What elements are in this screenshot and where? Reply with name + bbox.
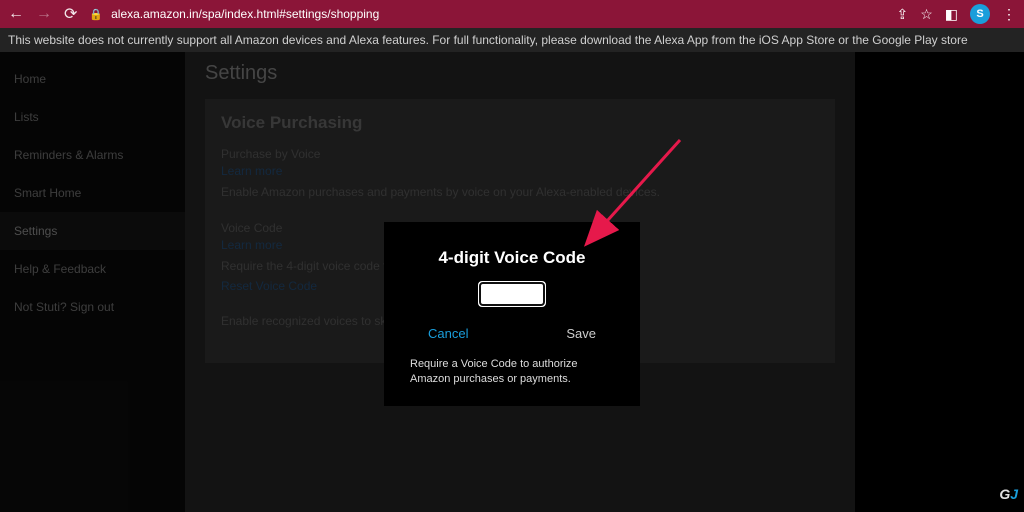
- sidebar-item-lists[interactable]: Lists: [0, 98, 185, 136]
- sidebar-item-help[interactable]: Help & Feedback: [0, 250, 185, 288]
- address-bar[interactable]: 🔒 alexa.amazon.in/spa/index.html#setting…: [89, 7, 884, 21]
- back-button[interactable]: ←: [8, 5, 24, 23]
- sidebar-item-reminders[interactable]: Reminders & Alarms: [0, 136, 185, 174]
- sidebar: Home Lists Reminders & Alarms Smart Home…: [0, 52, 185, 512]
- setting-label: Purchase by Voice: [221, 147, 819, 161]
- sidebar-item-signout[interactable]: Not Stuti? Sign out: [0, 288, 185, 326]
- sidebar-item-settings[interactable]: Settings: [0, 212, 185, 250]
- cancel-button[interactable]: Cancel: [428, 326, 468, 341]
- share-icon[interactable]: ⇪: [896, 6, 908, 23]
- voice-code-modal: 4-digit Voice Code Cancel Save Require a…: [384, 222, 640, 406]
- sidebar-item-smart-home[interactable]: Smart Home: [0, 174, 185, 212]
- watermark: GJ: [999, 486, 1018, 502]
- url-text: alexa.amazon.in/spa/index.html#settings/…: [111, 7, 379, 21]
- reload-button[interactable]: ⟳: [64, 4, 77, 24]
- browser-toolbar: ← → ⟳ 🔒 alexa.amazon.in/spa/index.html#s…: [0, 0, 1024, 28]
- modal-title: 4-digit Voice Code: [404, 248, 620, 268]
- page-title: Settings: [205, 62, 835, 85]
- menu-icon[interactable]: ⋮: [1002, 6, 1016, 23]
- lock-icon: 🔒: [89, 8, 103, 21]
- compatibility-banner: This website does not currently support …: [0, 28, 1024, 52]
- sidebar-item-home[interactable]: Home: [0, 60, 185, 98]
- bookmark-icon[interactable]: ☆: [920, 6, 933, 23]
- forward-button[interactable]: →: [36, 5, 52, 23]
- setting-description: Enable Amazon purchases and payments by …: [221, 184, 819, 201]
- profile-avatar[interactable]: S: [970, 4, 990, 24]
- modal-description: Require a Voice Code to authorize Amazon…: [404, 357, 620, 388]
- extensions-icon[interactable]: ◧: [945, 6, 958, 23]
- setting-purchase-by-voice: Purchase by Voice Learn more Enable Amaz…: [221, 147, 819, 201]
- card-title: Voice Purchasing: [221, 113, 819, 133]
- voice-code-input[interactable]: [479, 282, 545, 306]
- learn-more-link[interactable]: Learn more: [221, 164, 819, 178]
- save-button[interactable]: Save: [566, 326, 596, 341]
